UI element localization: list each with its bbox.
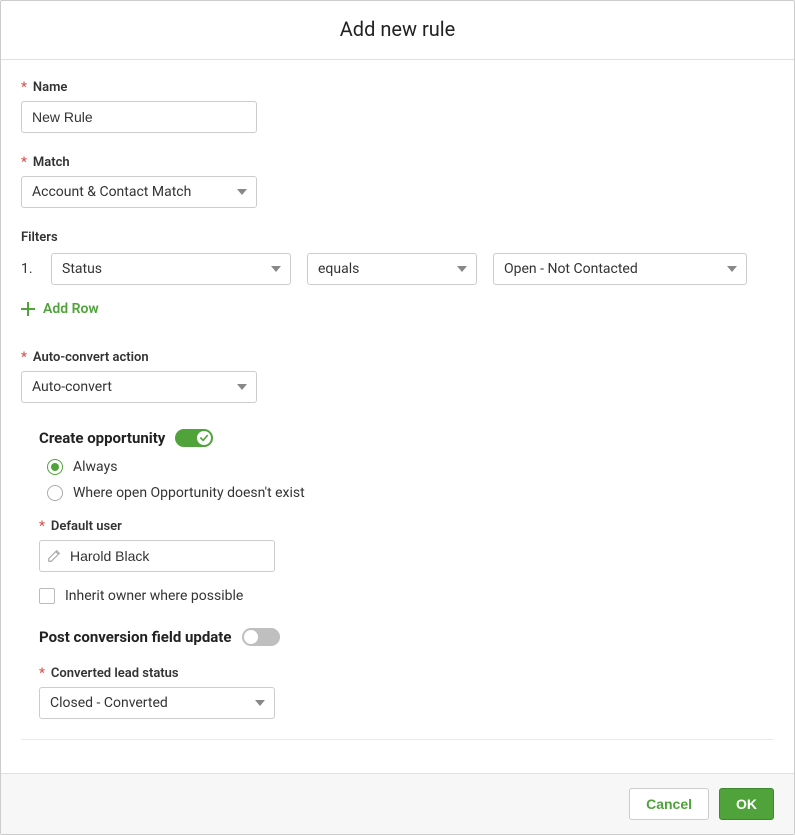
modal-footer: Cancel OK bbox=[1, 773, 794, 834]
inherit-owner-checkbox[interactable] bbox=[39, 588, 55, 604]
cancel-button[interactable]: Cancel bbox=[629, 788, 709, 820]
auto-convert-action-group: Auto-convert action Auto-convert bbox=[21, 350, 774, 403]
create-opportunity-heading: Create opportunity bbox=[39, 429, 165, 447]
ok-button[interactable]: OK bbox=[719, 788, 774, 820]
post-conversion-heading: Post conversion field update bbox=[39, 628, 232, 646]
create-opportunity-section: Create opportunity Always Where open Opp… bbox=[21, 429, 774, 719]
auto-convert-action-label: Auto-convert action bbox=[21, 350, 774, 365]
radio-always[interactable] bbox=[47, 459, 63, 475]
inherit-owner-label: Inherit owner where possible bbox=[65, 588, 243, 604]
converted-lead-status-select[interactable]: Closed - Converted bbox=[39, 687, 275, 719]
default-user-input[interactable] bbox=[39, 540, 275, 572]
radio-where-open-row: Where open Opportunity doesn't exist bbox=[39, 485, 774, 501]
add-row-label: Add Row bbox=[43, 301, 99, 317]
radio-where-open[interactable] bbox=[47, 485, 63, 501]
filter-op-value: equals bbox=[318, 261, 359, 277]
create-opportunity-heading-row: Create opportunity bbox=[39, 429, 213, 447]
check-icon bbox=[200, 434, 208, 442]
default-user-label: Default user bbox=[39, 519, 774, 534]
filter-field-value: Status bbox=[62, 261, 102, 277]
name-label: Name bbox=[21, 80, 774, 95]
match-select[interactable]: Account & Contact Match bbox=[21, 176, 257, 208]
filter-field-select[interactable]: Status bbox=[51, 253, 291, 285]
pencil-icon bbox=[47, 549, 61, 563]
auto-convert-action-value: Auto-convert bbox=[32, 379, 112, 395]
filter-value-value: Open - Not Contacted bbox=[504, 261, 638, 277]
post-conversion-toggle[interactable] bbox=[242, 628, 280, 646]
modal-body: Name Match Account & Contact Match Filte… bbox=[1, 60, 794, 773]
default-user-group: Default user bbox=[39, 519, 774, 572]
add-rule-modal: Add new rule Name Match Account & Contac… bbox=[0, 0, 795, 835]
filters-label: Filters bbox=[21, 230, 774, 245]
converted-lead-status-label: Converted lead status bbox=[39, 666, 774, 681]
filter-value-select[interactable]: Open - Not Contacted bbox=[493, 253, 747, 285]
radio-always-row: Always bbox=[39, 459, 774, 475]
modal-header: Add new rule bbox=[1, 1, 794, 60]
filters-group: Filters 1. Status equals Open - Not bbox=[21, 230, 774, 320]
converted-lead-status-value: Closed - Converted bbox=[50, 695, 168, 711]
create-opportunity-toggle[interactable] bbox=[175, 429, 213, 447]
name-field-group: Name bbox=[21, 80, 774, 133]
auto-convert-action-select[interactable]: Auto-convert bbox=[21, 371, 257, 403]
match-select-value: Account & Contact Match bbox=[32, 184, 191, 200]
body-divider bbox=[21, 739, 774, 740]
radio-always-label: Always bbox=[73, 459, 117, 475]
filter-index: 1. bbox=[21, 261, 35, 277]
name-input[interactable] bbox=[21, 101, 257, 133]
modal-title: Add new rule bbox=[1, 17, 794, 41]
plus-icon bbox=[21, 302, 35, 316]
post-conversion-heading-row: Post conversion field update bbox=[39, 628, 280, 646]
filter-op-select[interactable]: equals bbox=[307, 253, 477, 285]
filter-row: 1. Status equals Open - Not Contacted bbox=[21, 253, 774, 285]
add-row-button[interactable]: Add Row bbox=[21, 301, 99, 317]
match-field-group: Match Account & Contact Match bbox=[21, 155, 774, 208]
inherit-owner-row: Inherit owner where possible bbox=[39, 588, 774, 604]
match-label: Match bbox=[21, 155, 774, 170]
converted-lead-status-group: Converted lead status Closed - Converted bbox=[39, 666, 774, 719]
radio-where-open-label: Where open Opportunity doesn't exist bbox=[73, 485, 305, 501]
